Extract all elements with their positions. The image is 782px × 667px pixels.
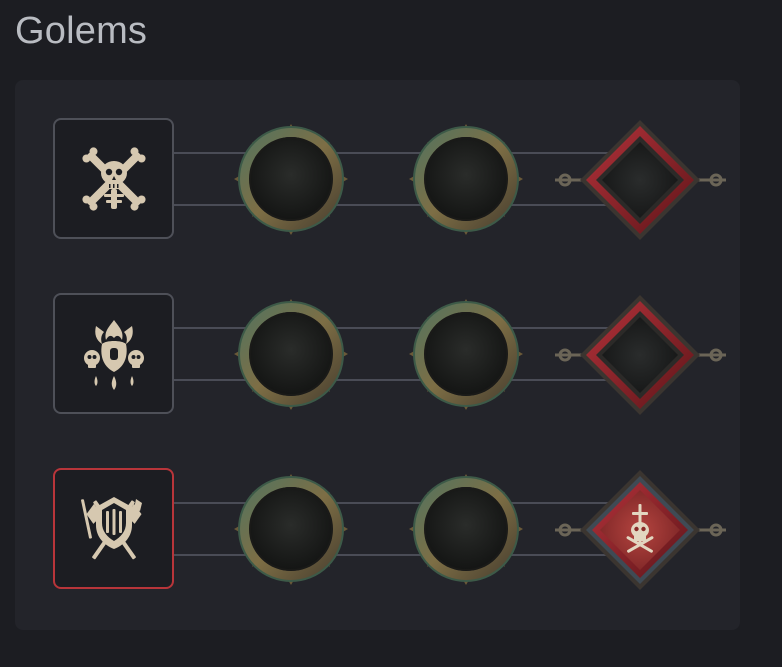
empty-ring-node-icon: [409, 299, 523, 410]
diamond-node[interactable]: [553, 293, 728, 418]
empty-diamond-node-icon: [555, 295, 726, 415]
page-title: Golems: [15, 10, 148, 52]
ring-node[interactable]: [230, 297, 352, 412]
empty-ring-node-icon: [409, 124, 523, 235]
bone-golem-card[interactable]: [53, 118, 174, 239]
golem-row-blood: [15, 255, 740, 415]
empty-ring-node-icon: [409, 474, 523, 585]
ring-node[interactable]: [405, 297, 527, 412]
ring-node[interactable]: [405, 472, 527, 587]
bone-golem-icon: [81, 146, 146, 211]
empty-diamond-node-icon: [555, 120, 726, 240]
diamond-node[interactable]: [553, 118, 728, 243]
active-skull-diamond-node-icon: [555, 470, 726, 590]
diamond-node-active[interactable]: [553, 468, 728, 593]
ring-node[interactable]: [230, 122, 352, 237]
blood-golem-card[interactable]: [53, 293, 174, 414]
golem-skill-panel: [15, 80, 740, 630]
iron-golem-icon: [80, 496, 142, 559]
golem-row-bone: [15, 80, 740, 240]
ring-node[interactable]: [230, 472, 352, 587]
empty-ring-node-icon: [234, 299, 348, 410]
ring-node[interactable]: [405, 122, 527, 237]
empty-ring-node-icon: [234, 124, 348, 235]
blood-golem-icon: [83, 319, 144, 390]
golem-row-iron: [15, 430, 740, 590]
empty-ring-node-icon: [234, 474, 348, 585]
iron-golem-card[interactable]: [53, 468, 174, 589]
